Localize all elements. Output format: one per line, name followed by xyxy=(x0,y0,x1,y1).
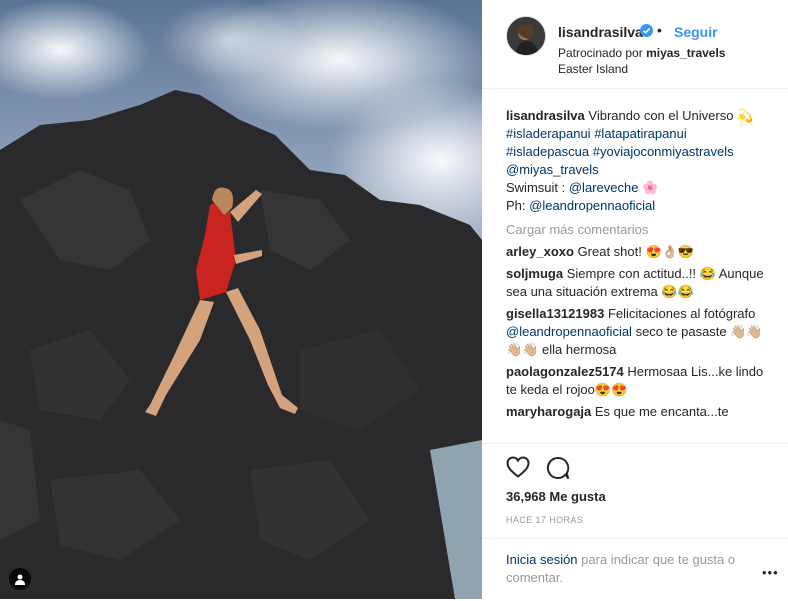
comment-username[interactable]: arley_xoxo xyxy=(506,244,574,259)
hashtag-link[interactable]: #yoviajoconmiyastravels xyxy=(593,144,734,159)
caption-username[interactable]: lisandrasilva xyxy=(506,108,585,123)
username-link[interactable]: lisandrasilva xyxy=(558,24,643,40)
comment-bubble-icon[interactable] xyxy=(546,456,570,485)
comment-text: Great shot! 😍👌🏼😎 xyxy=(577,244,695,259)
user-tag-icon[interactable] xyxy=(9,568,31,590)
mention-link[interactable]: @leandropennaoficial xyxy=(529,198,655,213)
like-heart-icon[interactable] xyxy=(506,456,530,483)
mention-link[interactable]: @miyas_travels xyxy=(506,162,599,177)
comment-item: maryharogaja Es que me encanta...te xyxy=(506,403,770,421)
mention-link[interactable]: @leandropennaoficial xyxy=(506,324,632,339)
follow-button[interactable]: Seguir xyxy=(674,24,718,40)
comment-item: soljmuga Siempre con actitud..!! 😂 Aunqu… xyxy=(506,265,770,301)
comment-item: arley_xoxo Great shot! 😍👌🏼😎 xyxy=(506,243,770,261)
ph-prefix: Ph: xyxy=(506,198,526,213)
location-link[interactable]: Easter Island xyxy=(558,62,628,76)
flower-emoji: 🌸 xyxy=(642,180,659,195)
hashtag-link[interactable]: #latapatirapanui xyxy=(594,126,687,141)
comment-username[interactable]: maryharogaja xyxy=(506,404,591,419)
login-link[interactable]: Inicia sesión xyxy=(506,552,578,567)
comment-text: Felicitaciones al fotógrafo xyxy=(607,306,756,321)
comment-username[interactable]: gisella13121983 xyxy=(506,306,604,321)
more-options-icon[interactable]: ••• xyxy=(762,565,779,580)
sponsored-label: Patrocinado por miyas_travels xyxy=(558,46,725,60)
separator-dot: • xyxy=(657,22,662,38)
hashtag-link[interactable]: #isladerapanui xyxy=(506,126,591,141)
avatar[interactable] xyxy=(506,16,546,56)
post-timestamp: HACE 17 HORAS xyxy=(506,515,584,525)
sponsored-prefix: Patrocinado por xyxy=(558,46,643,60)
comment-text: Es que me encanta...te xyxy=(594,404,729,419)
mention-link[interactable]: @lareveche xyxy=(569,180,639,195)
post-side-panel: lisandrasilva • Seguir Patrocinado por m… xyxy=(482,0,788,599)
post-header: lisandrasilva • Seguir Patrocinado por m… xyxy=(482,0,788,89)
caption-emoji: 💫 xyxy=(737,108,754,123)
swimsuit-prefix: Swimsuit : xyxy=(506,180,566,195)
post-actions: 36,968 Me gusta HACE 17 HORAS Inicia ses… xyxy=(482,443,788,601)
comment-username[interactable]: paolagonzalez5174 xyxy=(506,364,624,379)
hashtag-link[interactable]: #isladepascua xyxy=(506,144,589,159)
comment-item: paolagonzalez5174 Hermosaa Lis...ke lind… xyxy=(506,363,770,399)
likes-count[interactable]: 36,968 Me gusta xyxy=(506,489,606,504)
verified-badge-icon xyxy=(640,24,653,37)
post-photo[interactable] xyxy=(0,0,482,599)
comments-list: lisandrasilva Vibrando con el Universo 💫… xyxy=(506,107,770,443)
caption: lisandrasilva Vibrando con el Universo 💫… xyxy=(506,107,770,215)
comment-username[interactable]: soljmuga xyxy=(506,266,563,281)
comment-item: gisella13121983 Felicitaciones al fotógr… xyxy=(506,305,770,359)
photo-image xyxy=(0,0,482,599)
login-prompt: Inicia sesión para indicar que te gusta … xyxy=(482,538,788,585)
sponsor-link[interactable]: miyas_travels xyxy=(646,46,725,60)
login-text: Inicia sesión para indicar que te gusta … xyxy=(506,551,756,587)
load-more-comments-button[interactable]: Cargar más comentarios xyxy=(506,221,770,239)
caption-text: Vibrando con el Universo xyxy=(588,108,734,123)
